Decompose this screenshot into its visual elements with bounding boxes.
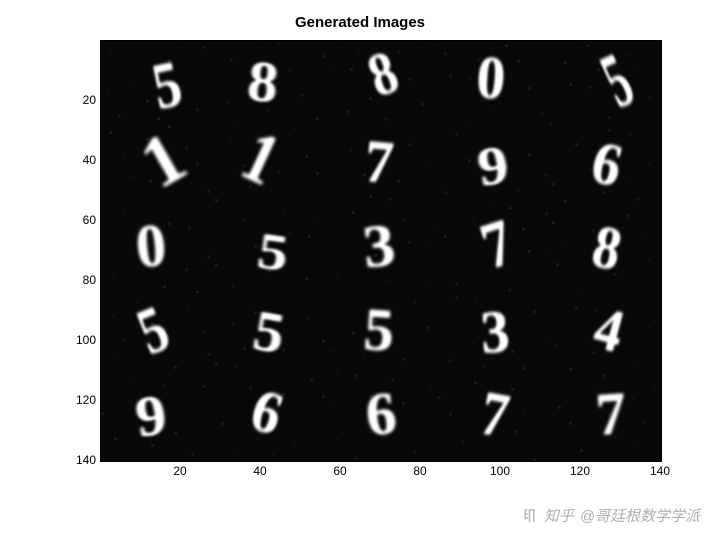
digit-cell: 3 bbox=[325, 209, 437, 293]
x-tick-label: 140 bbox=[650, 464, 670, 478]
digit-glyph: 5 bbox=[249, 301, 288, 362]
y-tick-label: 60 bbox=[56, 213, 96, 227]
x-tick-label: 60 bbox=[333, 464, 346, 478]
digit-cell: 1 bbox=[213, 125, 325, 209]
digit-cell: 4 bbox=[549, 293, 661, 377]
digit-cell: 8 bbox=[213, 41, 325, 125]
image-plot: 5880511796053785553496677 bbox=[101, 41, 661, 461]
digit-cell: 6 bbox=[549, 125, 661, 209]
digit-cell: 1 bbox=[101, 125, 213, 209]
figure: Generated Images 58805117960537855534966… bbox=[0, 0, 720, 540]
digit-glyph: 5 bbox=[255, 225, 292, 280]
digit-cell: 5 bbox=[101, 41, 213, 125]
digit-cell: 5 bbox=[213, 293, 325, 377]
y-tick-label: 40 bbox=[56, 153, 96, 167]
digit-grid: 5880511796053785553496677 bbox=[101, 41, 661, 461]
digit-cell: 9 bbox=[101, 377, 213, 461]
digit-glyph: 7 bbox=[476, 381, 514, 448]
y-tick-label: 100 bbox=[56, 333, 96, 347]
watermark-prefix: 知乎 bbox=[544, 505, 574, 526]
x-tick-label: 40 bbox=[253, 464, 266, 478]
digit-glyph: 5 bbox=[591, 41, 643, 120]
x-tick-label: 120 bbox=[570, 464, 590, 478]
digit-glyph: 3 bbox=[360, 215, 398, 278]
digit-glyph: 7 bbox=[473, 209, 521, 280]
digit-glyph: 8 bbox=[245, 52, 281, 112]
digit-cell: 5 bbox=[101, 293, 213, 377]
digit-glyph: 8 bbox=[588, 216, 627, 280]
digit-cell: 7 bbox=[325, 125, 437, 209]
digit-glyph: 4 bbox=[588, 298, 630, 363]
digit-cell: 6 bbox=[213, 377, 325, 461]
x-tick-label: 100 bbox=[490, 464, 510, 478]
digit-glyph: 3 bbox=[479, 301, 512, 363]
digit-glyph: 6 bbox=[363, 383, 399, 446]
digit-cell: 5 bbox=[325, 293, 437, 377]
zhihu-icon bbox=[521, 507, 538, 524]
digit-cell: 7 bbox=[437, 377, 549, 461]
digit-glyph: 6 bbox=[586, 131, 628, 196]
digit-cell: 8 bbox=[549, 209, 661, 293]
digit-cell: 8 bbox=[325, 41, 437, 125]
axes: 5880511796053785553496677 bbox=[100, 40, 662, 462]
digit-glyph: 0 bbox=[475, 47, 508, 109]
digit-glyph: 5 bbox=[129, 295, 177, 366]
digit-glyph: 5 bbox=[362, 299, 396, 361]
digit-cell: 5 bbox=[213, 209, 325, 293]
watermark: 知乎 @哥廷根数学学派 bbox=[521, 505, 700, 526]
watermark-text: @哥廷根数学学派 bbox=[580, 505, 700, 526]
y-tick-label: 20 bbox=[56, 93, 96, 107]
y-tick-label: 140 bbox=[56, 453, 96, 467]
digit-glyph: 1 bbox=[232, 125, 290, 197]
digit-glyph: 9 bbox=[132, 386, 170, 447]
digit-glyph: 1 bbox=[129, 125, 196, 200]
digit-cell: 6 bbox=[325, 377, 437, 461]
digit-cell: 0 bbox=[101, 209, 213, 293]
y-tick-label: 120 bbox=[56, 393, 96, 407]
digit-cell: 7 bbox=[549, 377, 661, 461]
digit-glyph: 7 bbox=[594, 383, 628, 445]
digit-glyph: 8 bbox=[361, 41, 405, 106]
digit-cell: 7 bbox=[437, 209, 549, 293]
digit-glyph: 9 bbox=[474, 137, 511, 195]
digit-glyph: 6 bbox=[244, 379, 290, 445]
digit-cell: 3 bbox=[437, 293, 549, 377]
y-tick-label: 80 bbox=[56, 273, 96, 287]
digit-glyph: 7 bbox=[362, 131, 396, 193]
x-tick-label: 20 bbox=[173, 464, 186, 478]
digit-cell: 9 bbox=[437, 125, 549, 209]
digit-glyph: 0 bbox=[133, 215, 168, 277]
digit-glyph: 5 bbox=[147, 50, 187, 120]
plot-title: Generated Images bbox=[0, 14, 720, 31]
digit-cell: 5 bbox=[549, 41, 661, 125]
x-tick-label: 80 bbox=[413, 464, 426, 478]
digit-cell: 0 bbox=[437, 41, 549, 125]
